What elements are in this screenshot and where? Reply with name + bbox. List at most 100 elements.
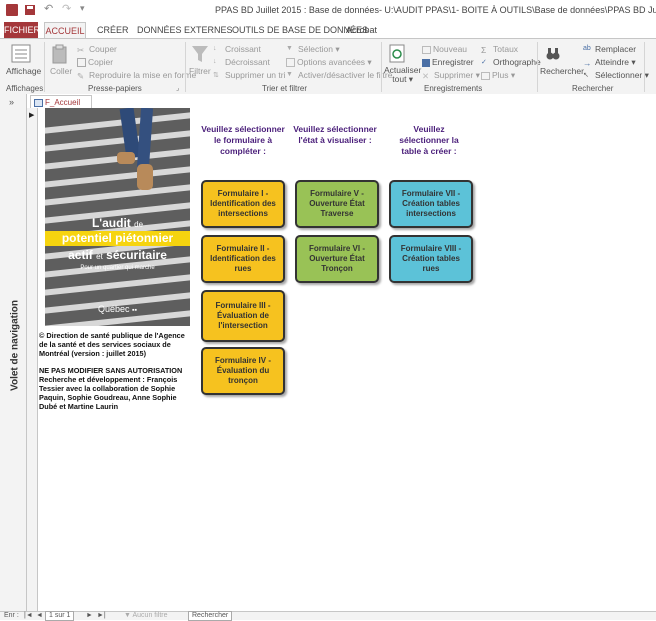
cover-headline-1: L'audit de (91, 216, 144, 230)
record-selector[interactable]: ▶ (27, 108, 38, 611)
group-find-label: Rechercher (572, 84, 614, 93)
shoe (117, 152, 135, 164)
find-button[interactable]: Rechercher (540, 66, 584, 76)
filter-button[interactable]: Filtrer (189, 66, 211, 76)
group-clipboard-label: Presse-papiers (88, 84, 142, 93)
form-5-button[interactable]: Formulaire V - Ouverture État Traverse (295, 180, 379, 228)
quebec-logo: Québec ▪▪ (97, 304, 137, 314)
sort-descending-button[interactable]: ↓ Décroissant (213, 57, 270, 67)
more-button[interactable]: Plus ▾ (481, 70, 515, 81)
format-painter-button[interactable]: ✎ Reproduire la mise en forme (77, 70, 196, 81)
spelling-button[interactable]: ✓ Orthographe (481, 57, 541, 67)
form-3-button[interactable]: Formulaire III - Évaluation de l'interse… (201, 290, 285, 342)
current-record-field[interactable]: 1 sur 1 (45, 611, 75, 621)
shoe (137, 164, 153, 190)
save-icon[interactable] (24, 4, 36, 16)
group-views-label: Affichages (6, 84, 44, 93)
cut-button[interactable]: ✂ Couper (77, 44, 117, 56)
copy-button[interactable]: Copier (77, 57, 113, 68)
scissors-icon: ✂ (77, 45, 85, 56)
toggle-filter-button[interactable]: ▼ Activer/désactiver le filtre (286, 70, 392, 80)
undo-icon[interactable]: ↶ (44, 2, 56, 15)
toggle-filter-icon: ▼ (286, 71, 293, 79)
tab-home[interactable]: ACCUEIL (44, 22, 86, 39)
tab-create[interactable]: CRÉER (97, 22, 129, 38)
save-record-icon (422, 58, 430, 67)
new-record-button[interactable]: Nouveau (422, 44, 467, 54)
remove-sort-icon: ⇅ (213, 72, 219, 80)
paste-icon[interactable] (51, 44, 69, 64)
divider (381, 42, 382, 92)
selection-button[interactable]: ▼ Sélection ▾ (286, 44, 340, 55)
divider (537, 42, 538, 92)
delete-x-icon: ✕ (422, 71, 430, 82)
goto-button[interactable]: → Atteindre ▾ (583, 57, 636, 68)
tab-file[interactable]: FICHIER (4, 22, 40, 38)
dialog-launcher-icon[interactable]: ⌟ (176, 84, 179, 92)
form-6-button[interactable]: Formulaire VI - Ouverture État Tronçon (295, 235, 379, 283)
paste-button[interactable]: Coller (50, 66, 72, 76)
navigation-pane-label[interactable]: Volet de navigation (10, 291, 21, 401)
form-8-button[interactable]: Formulaire VIII - Création tables rues (389, 235, 473, 283)
first-record-button[interactable]: |◄ (24, 612, 33, 619)
previous-record-button[interactable]: ◄ (36, 612, 43, 619)
selection-filter-icon: ▼ (286, 45, 293, 53)
sort-az-icon: ↓ (213, 45, 217, 53)
access-app-icon (6, 4, 18, 16)
refresh-all-button[interactable]: Actualiser tout ▾ (384, 66, 421, 84)
column-header-tables: Veuillez sélectionner la table à créer : (399, 124, 459, 156)
window-title: PPAS BD Juillet 2015 : Base de données- … (215, 5, 656, 15)
cursor-icon: ↖ (583, 72, 589, 80)
form-1-button[interactable]: Formulaire I - Identification des inters… (201, 180, 285, 228)
cover-headline-2: potentiel piétonnier (61, 231, 174, 245)
sort-za-icon: ↓ (213, 58, 217, 66)
cover-headline-3: actif et sécuritaire (68, 248, 167, 262)
copy-icon (77, 58, 86, 68)
group-sort-filter-label: Trier et filtrer (262, 84, 308, 93)
filter-icon[interactable] (191, 44, 209, 64)
copyright-text: © Direction de santé publique de l'Agenc… (39, 331, 185, 358)
divider (644, 42, 645, 92)
column-header-reports: Veuillez sélectionner l'état à visualise… (293, 124, 377, 145)
binoculars-icon[interactable] (546, 46, 560, 62)
customize-toolbar-icon[interactable]: ▾ (80, 3, 92, 15)
sort-ascending-button[interactable]: ↓ Croissant (213, 44, 261, 54)
view-button[interactable]: Affichage (6, 66, 41, 76)
record-label: Enr : (4, 612, 19, 619)
expand-nav-icon[interactable]: » (9, 97, 14, 107)
form-icon (34, 98, 43, 107)
form-4-button[interactable]: Formulaire IV - Évaluation du tronçon (201, 347, 285, 395)
tab-acrobat[interactable]: Acrobat (346, 22, 377, 38)
sigma-icon: Σ (481, 45, 487, 56)
document-tab-f-accueil[interactable]: F_Accueil (30, 95, 92, 109)
save-record-button[interactable]: Enregistrer (422, 57, 474, 67)
tab-external-data[interactable]: DONNÉES EXTERNES (137, 22, 233, 38)
form-7-button[interactable]: Formulaire VII - Création tables interse… (389, 180, 473, 228)
refresh-icon[interactable] (389, 44, 405, 64)
filter-status[interactable]: ▼ Aucun filtre (124, 612, 168, 619)
document-tab-bar (27, 94, 656, 109)
column-header-forms: Veuillez sélectionner le formulaire à co… (201, 124, 285, 156)
form-2-button[interactable]: Formulaire II - Identification des rues (201, 235, 285, 283)
advanced-button[interactable]: Options avancées ▾ (286, 57, 372, 68)
view-icon[interactable] (10, 44, 32, 64)
last-record-button[interactable]: ►| (97, 612, 106, 619)
title-bar: ↶ ↷ ▾ PPAS BD Juillet 2015 : Base de don… (0, 0, 656, 22)
cover-subtitle: Pour un quartier qui marche (80, 265, 155, 271)
delete-record-button[interactable]: ✕ Supprimer ▾ (422, 70, 480, 81)
remove-sort-button[interactable]: ⇅ Supprimer un tri (213, 70, 285, 80)
replace-button[interactable]: ab Remplacer (583, 44, 636, 54)
divider (185, 42, 186, 92)
redo-icon[interactable]: ↷ (62, 2, 74, 15)
spellcheck-icon: ✓ (481, 59, 487, 67)
search-input[interactable]: Rechercher (188, 611, 233, 621)
next-record-button[interactable]: ► (86, 612, 93, 619)
group-records-label: Enregistrements (424, 84, 483, 93)
select-button[interactable]: ↖ Sélectionner ▾ (583, 70, 649, 81)
cover-image: L'audit de potentiel piétonnier actif et… (45, 108, 190, 326)
divider (44, 42, 45, 92)
replace-icon: ab (583, 45, 591, 53)
new-record-icon (422, 45, 431, 54)
totals-button[interactable]: Σ Totaux (481, 44, 518, 56)
advanced-filter-icon (286, 58, 295, 68)
